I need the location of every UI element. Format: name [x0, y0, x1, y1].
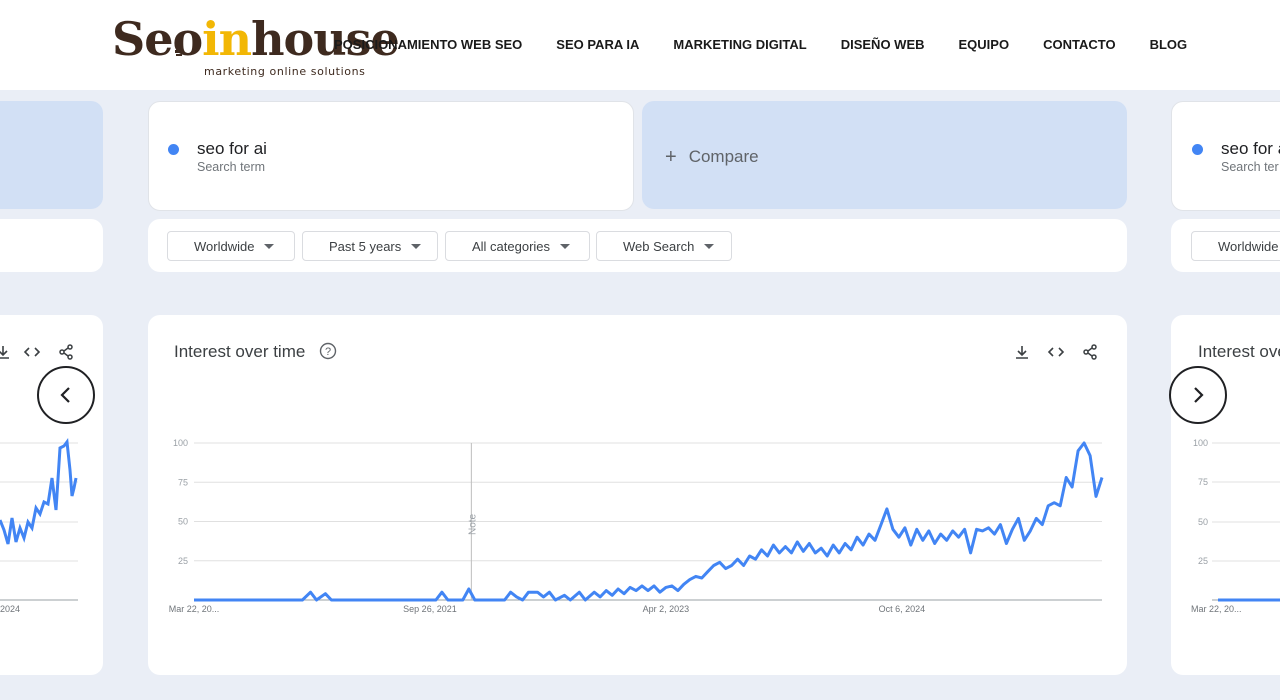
- left-series-line: [0, 438, 78, 545]
- nav-item-diseno[interactable]: DISEÑO WEB: [841, 37, 925, 52]
- left-download-icon[interactable]: [0, 343, 12, 361]
- search-type-filter-label: Web Search: [623, 238, 695, 254]
- caret-down-icon: [264, 243, 275, 249]
- note-label: Note: [467, 513, 478, 535]
- main-nav: POSICIONAMIENTO WEB SEO SEO PARA IA MARK…: [334, 37, 1187, 52]
- left-tick-label: 2024: [0, 604, 20, 614]
- prev-slide-button[interactable]: [37, 366, 95, 424]
- nav-item-seo[interactable]: POSICIONAMIENTO WEB SEO: [334, 37, 522, 52]
- site-logo[interactable]: Seoinhouse marketing online solutions: [112, 10, 400, 80]
- y-tick-label: 50: [178, 517, 188, 527]
- interest-over-time-chart: 25 50 75 100 Note Mar 22, 20... Sep 26, 2021 Ap…: [169, 438, 1104, 614]
- nav-item-equipo[interactable]: EQUIPO: [959, 37, 1010, 52]
- left-compare-card[interactable]: [0, 101, 103, 209]
- logo-tagline: marketing online solutions: [204, 65, 366, 78]
- x-tick-label: Oct 6, 2024: [879, 604, 926, 614]
- compare-label: Compare: [688, 147, 759, 166]
- chevron-left-icon: [60, 387, 70, 403]
- x-tick-label: Apr 2, 2023: [643, 604, 690, 614]
- category-filter-label: All categories: [472, 238, 551, 254]
- y-tick-label: 100: [173, 438, 188, 448]
- plus-icon: +: [665, 146, 677, 168]
- right-term-dot: [1192, 144, 1203, 155]
- svg-text:?: ?: [325, 346, 331, 358]
- download-icon[interactable]: [1013, 343, 1031, 361]
- share-icon[interactable]: [1081, 343, 1099, 361]
- caret-down-icon: [704, 243, 715, 249]
- compare-button[interactable]: + Compare: [665, 145, 759, 168]
- x-tick-label: Sep 26, 2021: [403, 604, 457, 614]
- chevron-right-icon: [1194, 387, 1204, 403]
- right-y-tick: 25: [1198, 556, 1208, 566]
- nav-item-seo-ia[interactable]: SEO PARA IA: [556, 37, 639, 52]
- right-term-name: seo for a: [1221, 139, 1280, 158]
- right-region-filter[interactable]: Worldwide: [1191, 231, 1280, 261]
- nav-item-contacto[interactable]: CONTACTO: [1043, 37, 1115, 52]
- right-region-filter-label: Worldwide: [1218, 238, 1279, 254]
- search-term-sub: Search term: [197, 160, 266, 174]
- y-tick-label: 25: [178, 556, 188, 566]
- next-slide-button[interactable]: [1169, 366, 1227, 424]
- help-circle-icon[interactable]: ?: [319, 342, 337, 360]
- right-y-tick: 50: [1198, 517, 1208, 527]
- right-term-sub: Search ter: [1221, 160, 1279, 174]
- right-mini-chart: 100 75 50 25 Mar 22, 20...: [1191, 438, 1280, 614]
- right-y-tick: 75: [1198, 477, 1208, 487]
- lightbulb-icon: [175, 50, 183, 56]
- caret-down-icon: [560, 243, 571, 249]
- right-y-tick: 100: [1193, 438, 1208, 448]
- right-chart-title: Interest ove: [1198, 342, 1280, 361]
- search-term-name[interactable]: seo for ai: [197, 139, 267, 159]
- left-filter-card: [0, 219, 103, 272]
- left-mini-chart: 2024: [0, 438, 78, 614]
- chart-title: Interest over time: [174, 342, 306, 361]
- search-type-filter[interactable]: Web Search: [596, 231, 732, 261]
- nav-item-blog[interactable]: BLOG: [1150, 37, 1188, 52]
- region-filter[interactable]: Worldwide: [167, 231, 295, 261]
- nav-item-marketing[interactable]: MARKETING DIGITAL: [673, 37, 806, 52]
- category-filter[interactable]: All categories: [445, 231, 590, 261]
- region-filter-label: Worldwide: [194, 238, 255, 254]
- x-tick-label: Mar 22, 20...: [169, 604, 220, 614]
- embed-code-icon[interactable]: [1047, 343, 1065, 361]
- left-embed-code-icon[interactable]: [23, 343, 41, 361]
- site-header: Seoinhouse marketing online solutions PO…: [0, 0, 1280, 90]
- time-filter-label: Past 5 years: [329, 238, 402, 254]
- left-share-icon[interactable]: [57, 343, 75, 361]
- right-tick-label: Mar 22, 20...: [1191, 604, 1242, 614]
- caret-down-icon: [411, 243, 422, 249]
- time-filter[interactable]: Past 5 years: [302, 231, 438, 261]
- y-tick-label: 75: [178, 477, 188, 487]
- term-color-dot: [168, 144, 179, 155]
